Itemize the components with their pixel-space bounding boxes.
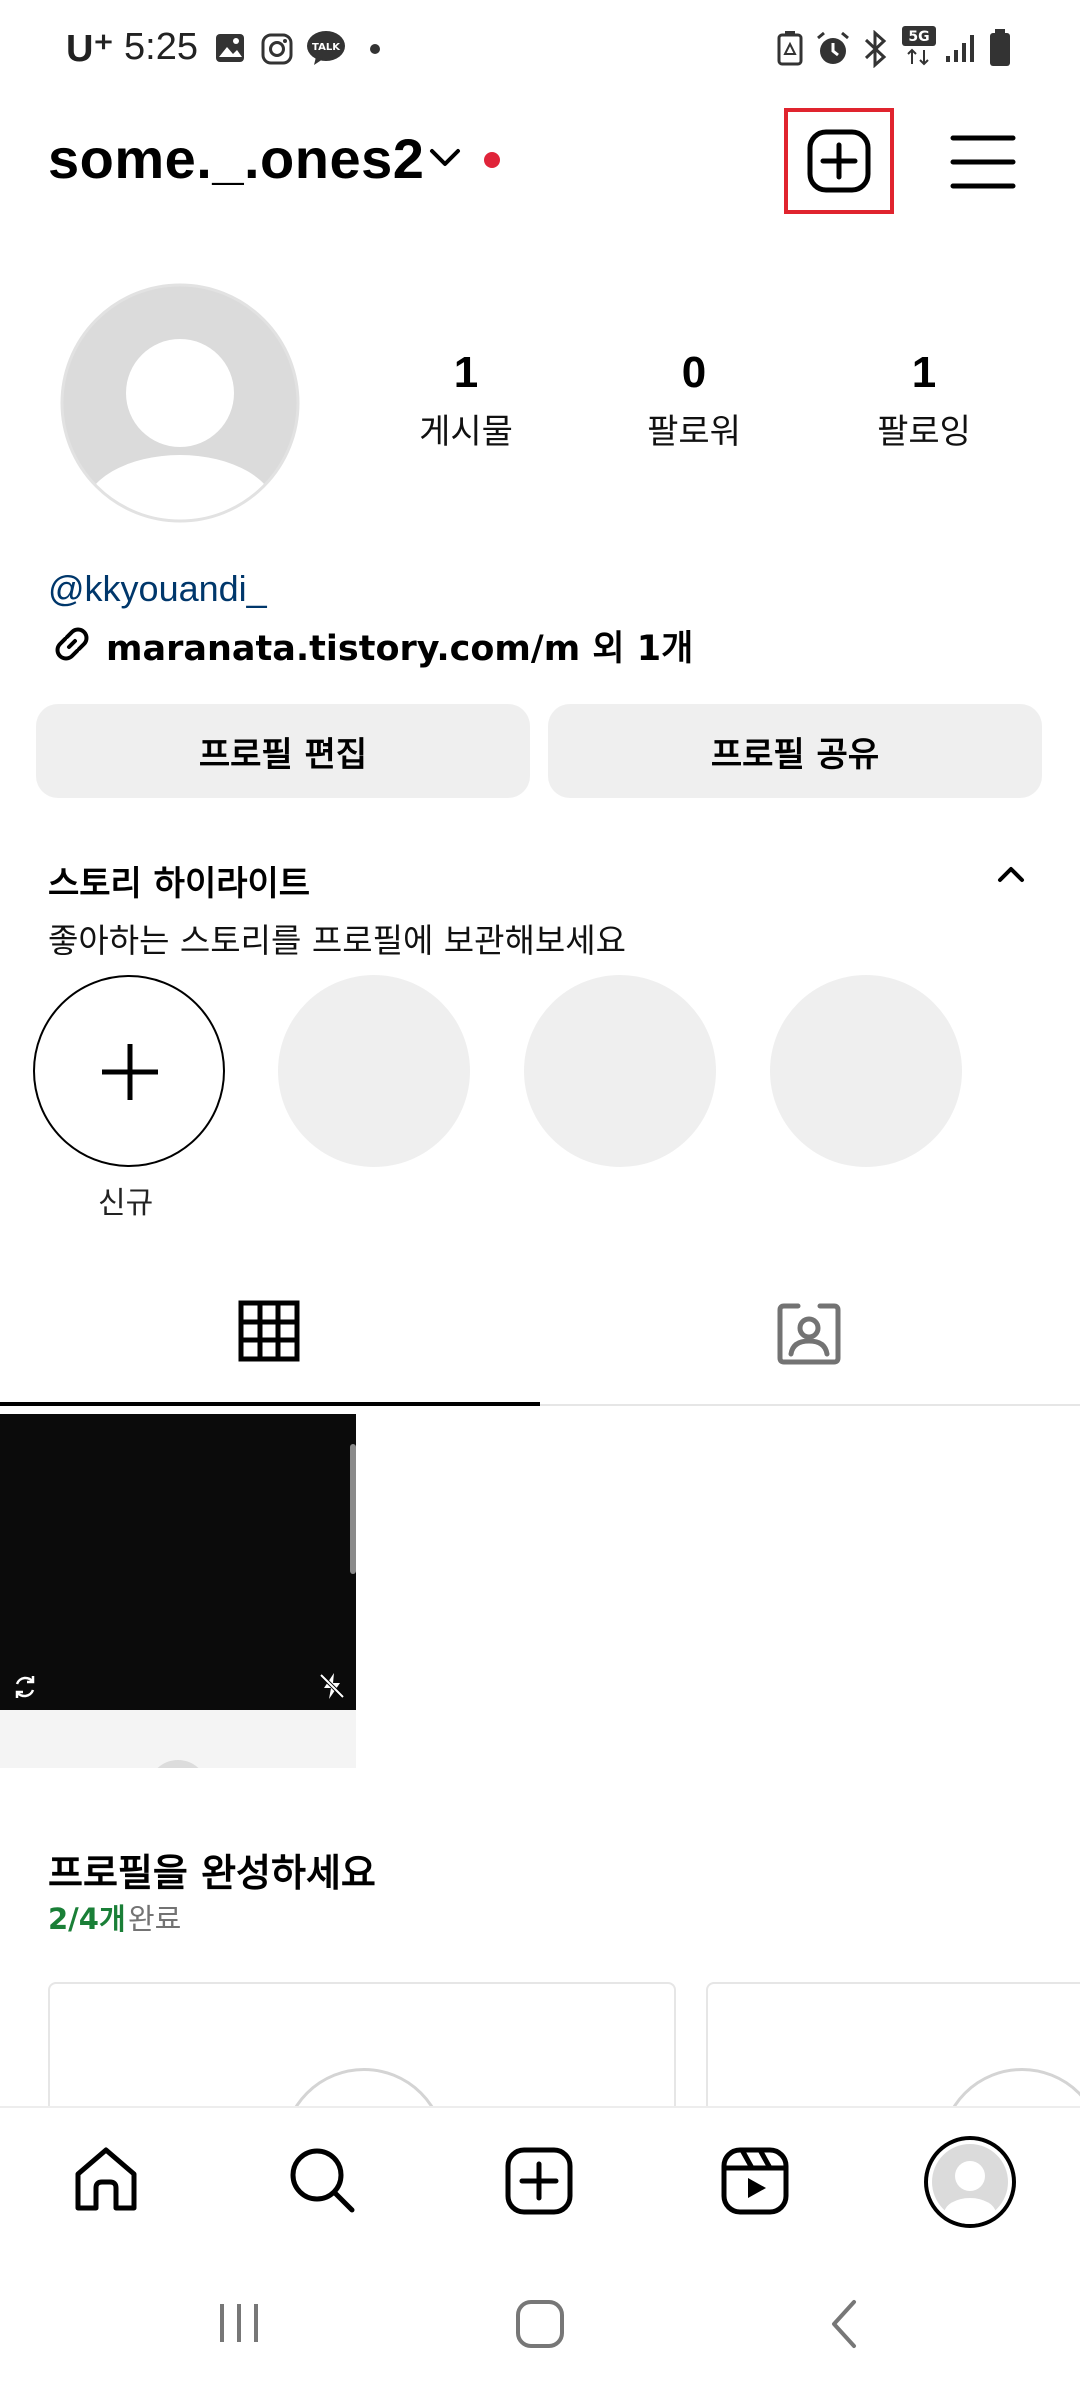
notification-dot (484, 152, 500, 168)
complete-profile-progress-count: 2/4개 (48, 1902, 126, 1936)
stat-posts-value: 1 (453, 348, 479, 397)
new-post-icon[interactable] (806, 128, 872, 194)
stat-following-value: 1 (911, 348, 937, 397)
highlights-subtitle: 좋아하는 스토리를 프로필에 보관해보세요 (48, 921, 626, 960)
recent-apps-icon[interactable] (214, 2298, 264, 2348)
profile-mention-link[interactable]: @kkyouandi_ (48, 568, 267, 610)
menu-icon[interactable] (950, 132, 1016, 192)
system-navigation-bar (0, 2256, 1080, 2400)
reel-placeholder-circle (148, 1760, 208, 1768)
highlights-title: 스토리 하이라이트 (48, 864, 311, 904)
search-icon[interactable] (286, 2144, 358, 2216)
gallery-notification-icon (214, 32, 246, 64)
tab-tagged[interactable] (540, 1260, 1080, 1406)
profile-header: some._.ones2 (0, 108, 1080, 220)
stat-following-label: 팔로잉 (877, 412, 971, 452)
plus-icon (100, 1042, 160, 1102)
stat-following[interactable]: 1 팔로잉 (824, 348, 1024, 453)
bluetooth-icon (860, 30, 890, 68)
instagram-notification-icon (260, 32, 294, 66)
avatar[interactable] (60, 283, 300, 523)
highlight-placeholder (770, 975, 962, 1167)
reels-icon[interactable] (720, 2146, 790, 2216)
stat-posts-label: 게시물 (419, 412, 513, 452)
preview-scroll-handle (350, 1444, 356, 1574)
complete-profile-title: 프로필을 완성하세요 (48, 1851, 376, 1895)
status-time: 5:25 (124, 26, 198, 68)
alarm-icon (814, 30, 852, 68)
5g-network-icon: 5G (900, 24, 940, 68)
kakaotalk-notification-icon: TALK (306, 30, 346, 66)
edit-profile-button[interactable]: 프로필 편집 (36, 704, 530, 798)
grid-icon (238, 1300, 300, 1362)
active-tab-indicator (0, 1402, 540, 1406)
complete-profile-progress-suffix: 완료 (128, 1902, 182, 1936)
profile-avatar-icon[interactable] (924, 2136, 1016, 2228)
svg-text:5G: 5G (908, 29, 929, 45)
flash-off-icon (316, 1670, 348, 1702)
home-button-icon[interactable] (514, 2298, 566, 2350)
chevron-down-icon[interactable] (428, 146, 462, 170)
bottom-navigation-bar (0, 2106, 1080, 2256)
more-notifications-dot (370, 44, 380, 54)
highlight-placeholder (278, 975, 470, 1167)
new-highlight-label: 신규 (98, 1186, 154, 1221)
link-icon (48, 620, 96, 668)
battery-saver-icon (776, 30, 804, 66)
battery-icon (988, 28, 1012, 68)
tab-posts-grid[interactable] (0, 1260, 540, 1406)
tabs-divider (540, 1404, 1080, 1406)
svg-text:TALK: TALK (312, 42, 341, 53)
account-switcher-username[interactable]: some._.ones2 (48, 126, 424, 191)
camera-preview-image (0, 1414, 356, 1710)
collapse-chevron-up-icon[interactable] (996, 862, 1026, 886)
switch-camera-icon (10, 1672, 40, 1702)
status-bar: U⁺ 5:25 TALK 5G (0, 0, 1080, 100)
stat-followers-label: 팔로워 (647, 412, 741, 452)
stat-followers-value: 0 (681, 348, 707, 397)
home-icon[interactable] (70, 2144, 142, 2216)
back-icon[interactable] (824, 2298, 864, 2350)
signal-strength-icon (944, 32, 980, 64)
stat-followers[interactable]: 0 팔로워 (594, 348, 794, 453)
highlight-placeholder (524, 975, 716, 1167)
post-thumbnail[interactable] (0, 1414, 356, 1768)
carrier-label: U⁺ (66, 28, 114, 70)
share-profile-button[interactable]: 프로필 공유 (548, 704, 1042, 798)
profile-external-link[interactable]: maranata.tistory.com/m 외 1개 (106, 620, 693, 671)
create-icon[interactable] (504, 2146, 574, 2216)
stat-posts[interactable]: 1 게시물 (366, 348, 566, 453)
tagged-icon (776, 1300, 842, 1366)
new-highlight-button[interactable] (33, 975, 225, 1167)
